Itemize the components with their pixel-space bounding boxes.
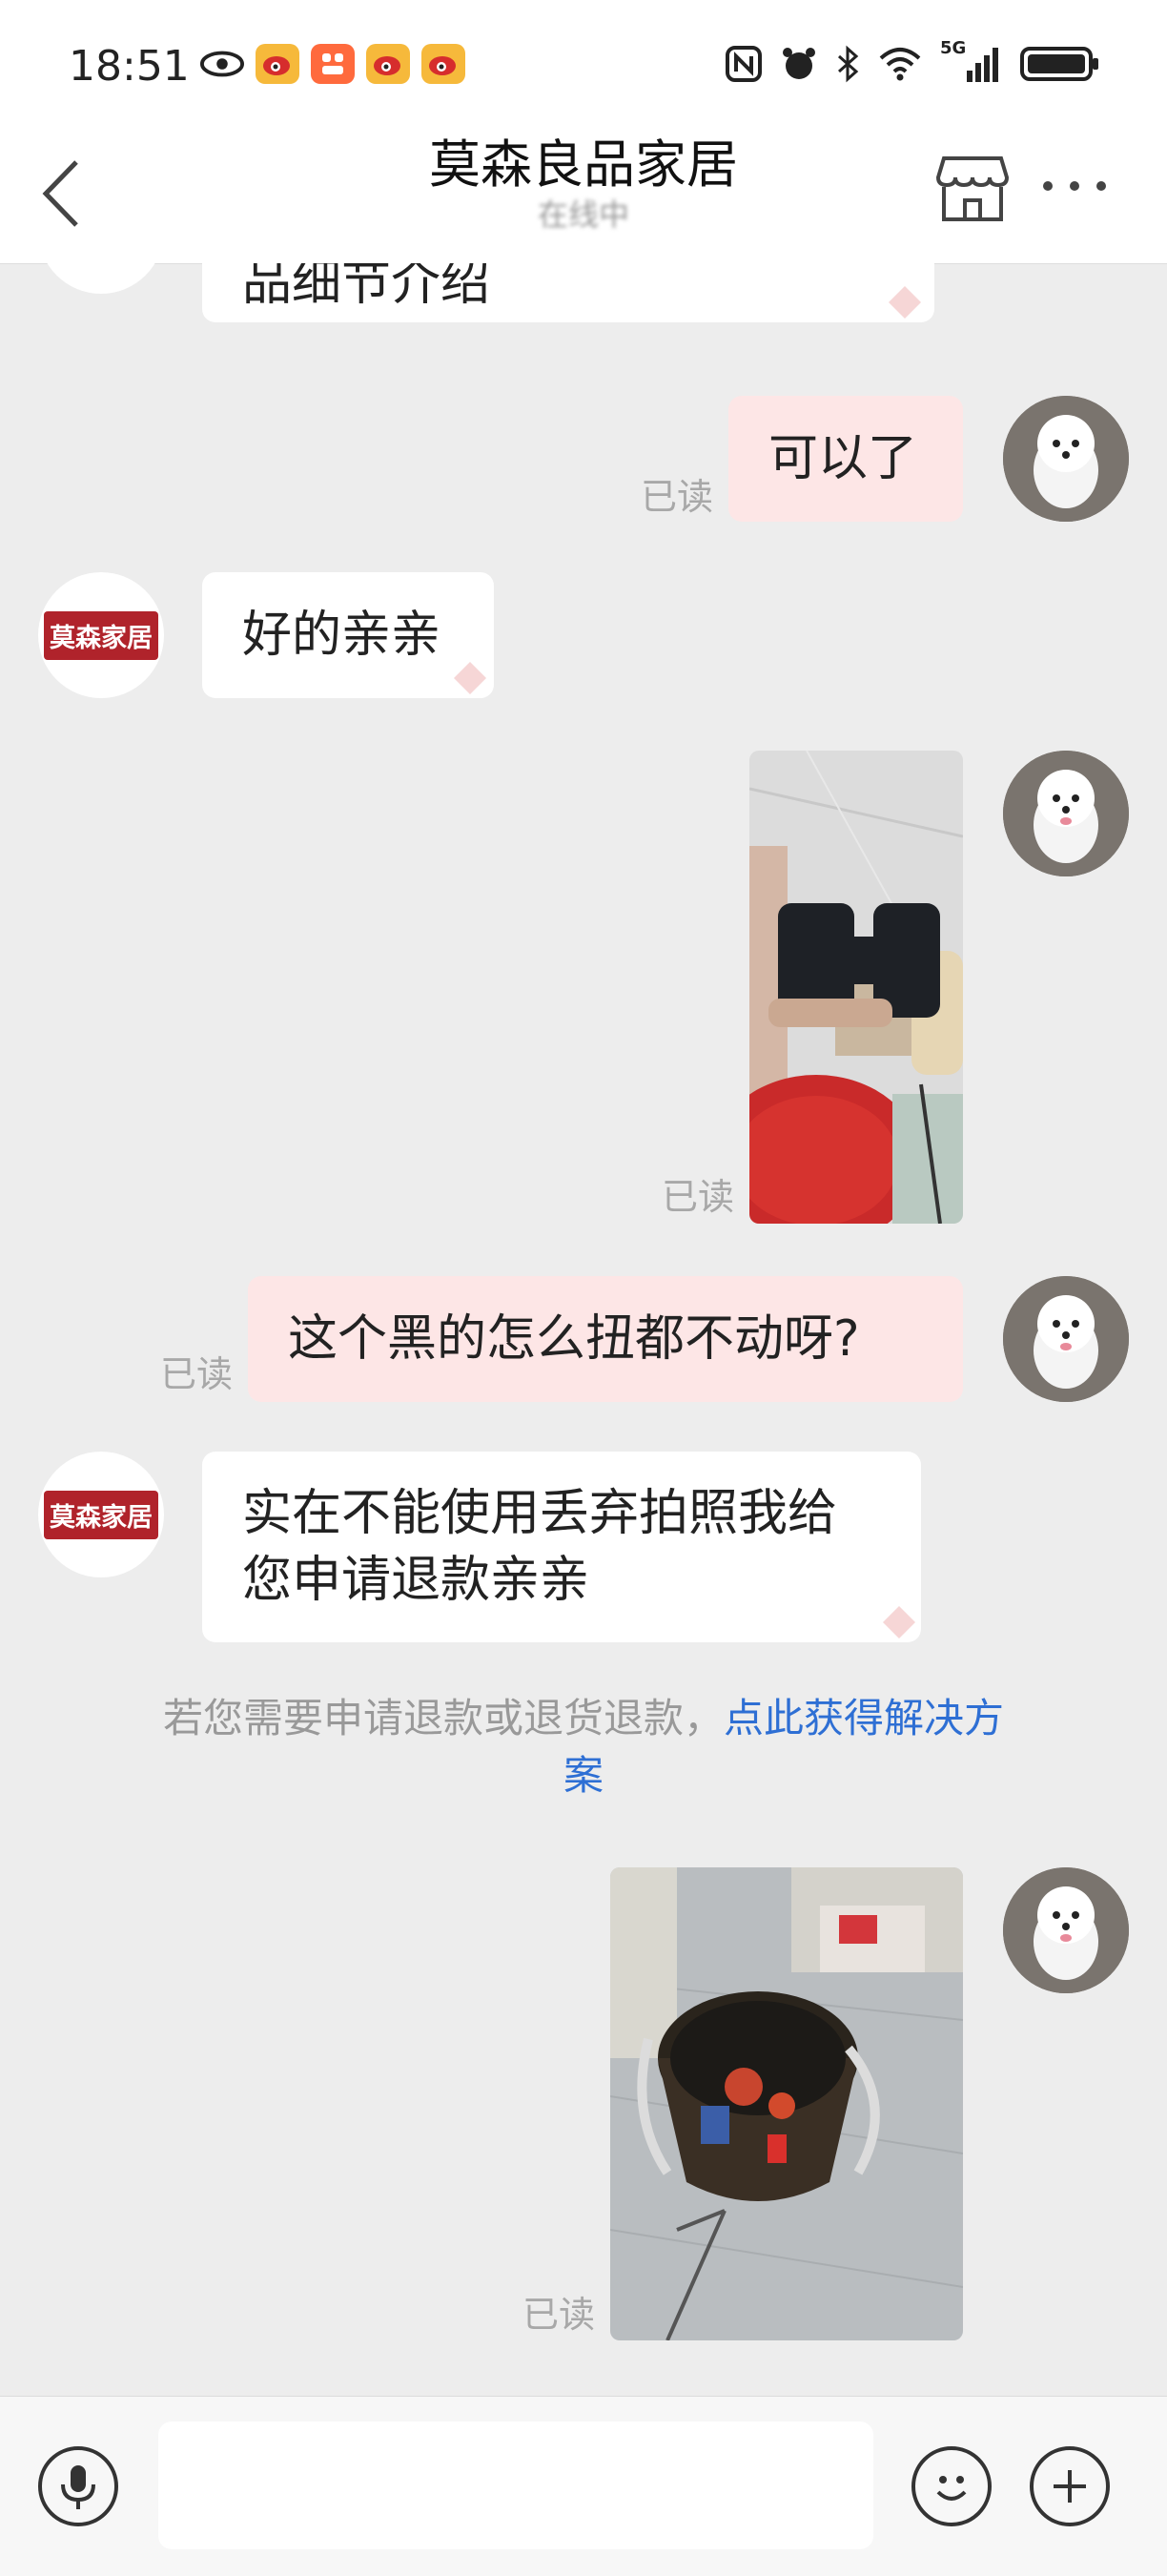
- shop-logo: 莫森家居: [44, 610, 158, 660]
- more-icon: [1043, 181, 1053, 191]
- store-button[interactable]: [934, 153, 1011, 225]
- message-sent[interactable]: 可以了: [728, 396, 963, 522]
- chat-header: 莫森良品家居 在线中: [0, 95, 1167, 264]
- plus-icon: [1054, 2470, 1086, 2503]
- weibo-icon: [366, 44, 410, 84]
- notice-text: 若您需要申请退款或退货退款，: [162, 1695, 724, 1741]
- user-avatar[interactable]: [1003, 1276, 1129, 1402]
- more-button[interactable]: [1043, 181, 1106, 191]
- wifi-icon: [879, 48, 921, 81]
- sent-photo[interactable]: [749, 751, 963, 1224]
- user-avatar[interactable]: [1003, 751, 1129, 876]
- weibo-icon: [256, 44, 299, 84]
- emoji-icon: [936, 2476, 967, 2501]
- signal-icon: 5G: [940, 38, 1003, 84]
- message-sent[interactable]: 这个黑的怎么扭都不动呀?: [248, 1276, 963, 1402]
- user-avatar[interactable]: [1003, 1867, 1129, 1993]
- sent-photo[interactable]: [610, 1867, 963, 2340]
- weibo-icon: [421, 44, 465, 84]
- shop-avatar[interactable]: 莫森家居: [38, 572, 164, 698]
- input-bar: [0, 2396, 1167, 2576]
- system-icons: 5G: [725, 38, 1100, 84]
- stamp-icon: [883, 1606, 915, 1638]
- status-time: 18:51: [69, 42, 190, 91]
- bluetooth-icon: [838, 45, 859, 83]
- shop-avatar[interactable]: 莫森家居: [38, 1452, 164, 1577]
- chat-area[interactable]: 品细节介绍 已读 可以了 莫森家居 好的亲亲 已读 已读 这个黑的怎么扭都不动呀…: [0, 263, 1167, 2396]
- emoji-button[interactable]: [911, 2446, 992, 2526]
- stamp-icon: [454, 662, 486, 694]
- stamp-icon: [889, 286, 921, 319]
- read-receipt: 已读: [641, 476, 714, 518]
- message-input[interactable]: [158, 2421, 873, 2549]
- message-text: 可以了: [768, 430, 918, 487]
- store-icon: [935, 156, 1010, 221]
- solution-link[interactable]: 点此获得解决方: [724, 1695, 1004, 1741]
- shop-logo: 莫森家居: [44, 1490, 158, 1539]
- message-text: 好的亲亲: [242, 607, 441, 664]
- user-avatar[interactable]: [1003, 396, 1129, 522]
- message-received[interactable]: 品细节介绍: [202, 263, 934, 322]
- microphone-icon: [61, 2465, 95, 2509]
- refund-notice: 若您需要申请退款或退货退款，点此获得解决方 案: [105, 1690, 1062, 1804]
- message-text-line1: 实在不能使用丢弃拍照我给: [242, 1485, 838, 1542]
- notification-icons: [200, 44, 465, 84]
- message-received[interactable]: 好的亲亲: [202, 572, 494, 698]
- message-text-line2: 您申请退款亲亲: [242, 1552, 590, 1609]
- message-received[interactable]: 实在不能使用丢弃拍照我给 您申请退款亲亲: [202, 1452, 921, 1642]
- alarm-icon: [783, 48, 815, 79]
- battery-icon: [1020, 47, 1098, 81]
- network-type: 5G: [940, 38, 967, 58]
- read-receipt: 已读: [662, 1176, 735, 1218]
- message-text: 品细节介绍: [242, 263, 491, 312]
- nfc-icon: [726, 46, 762, 82]
- plus-button[interactable]: [1030, 2446, 1110, 2526]
- eye-icon: [200, 44, 244, 84]
- shop-avatar[interactable]: [38, 263, 164, 294]
- read-receipt: 已读: [160, 1353, 234, 1395]
- app-icon: [311, 44, 355, 84]
- voice-button[interactable]: [38, 2446, 118, 2526]
- read-receipt: 已读: [522, 2294, 596, 2336]
- solution-link-continued[interactable]: 案: [563, 1752, 604, 1799]
- message-text: 这个黑的怎么扭都不动呀?: [288, 1310, 860, 1368]
